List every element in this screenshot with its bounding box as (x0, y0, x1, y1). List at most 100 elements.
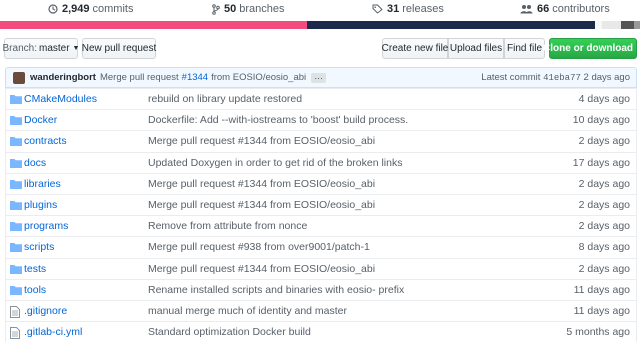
branches-count: 50 (224, 3, 237, 15)
history-icon (48, 4, 58, 14)
releases-link[interactable]: 31 releases (372, 3, 444, 15)
branch-select-button[interactable]: Branch: master ▼ (3, 38, 80, 59)
contributors-count: 66 (537, 3, 550, 15)
branches-label: branches (239, 3, 285, 15)
branch-icon (212, 3, 220, 15)
chevron-down-icon: ▼ (72, 45, 80, 52)
file-name-link[interactable]: tools (24, 284, 46, 296)
commit-age: 2 days ago (578, 198, 630, 211)
new-pull-request-button[interactable]: New pull request (82, 38, 156, 59)
table-row[interactable]: CMakeModules rebuild on library update re… (6, 88, 636, 109)
file-name-link[interactable]: plugins (24, 199, 57, 211)
commit-message-link[interactable]: rebuild on library update restored (148, 93, 302, 105)
folder-icon (10, 136, 22, 147)
upload-files-button[interactable]: Upload files (448, 38, 504, 59)
create-new-file-button[interactable]: Create new file (382, 38, 448, 59)
tag-icon (372, 4, 383, 14)
commit-age: 2 days ago (578, 135, 630, 148)
table-row[interactable]: Docker Dockerfile: Add --with-iostreams t… (6, 109, 636, 130)
branch-select-value: master (38, 43, 70, 54)
file-name-link[interactable]: .gitignore (24, 305, 67, 317)
releases-count: 31 (387, 3, 400, 15)
find-file-label: Find file (506, 43, 542, 54)
file-name-link[interactable]: .gitlab-ci.yml (24, 326, 82, 338)
commit-message-link[interactable]: Merge pull request #1344 from EOSIO/eosi… (148, 263, 375, 275)
table-row[interactable]: programs Remove from attribute from nonce… (6, 215, 636, 236)
commit-message-link[interactable]: Dockerfile: Add --with-iostreams to 'boo… (148, 114, 408, 126)
language-bar[interactable] (0, 21, 640, 29)
contributors-link[interactable]: 66 contributors (520, 3, 610, 15)
table-row[interactable]: scripts Merge pull request #938 from over… (6, 236, 636, 257)
commit-age: 2 days ago (578, 262, 630, 275)
commit-age: 5 months ago (566, 326, 630, 339)
folder-icon (10, 179, 22, 190)
file-name-link[interactable]: tests (24, 263, 46, 275)
folder-icon (10, 115, 22, 126)
contributors-label: contributors (552, 3, 610, 15)
clone-or-download-label: Clone or download (543, 43, 634, 54)
commit-message-link[interactable]: manual merge much of identity and master (148, 305, 347, 317)
commits-label: commits (92, 3, 134, 15)
folder-icon (10, 221, 22, 232)
folder-icon (10, 285, 22, 296)
commit-message-link[interactable]: Merge pull request #1344 from EOSIO/eosi… (148, 135, 375, 147)
expand-commit-message-button[interactable]: … (311, 71, 327, 83)
clone-or-download-button[interactable]: Clone or download ▼ (543, 38, 640, 59)
folder-icon (10, 264, 22, 275)
find-file-button[interactable]: Find file (504, 38, 545, 59)
language-bar-segment[interactable] (601, 21, 621, 29)
commit-sha-link[interactable]: 41eba77 (543, 73, 581, 83)
table-row[interactable]: .gitignore manual merge much of identity … (6, 299, 636, 321)
avatar[interactable] (13, 72, 25, 84)
file-name-link[interactable]: libraries (24, 178, 61, 190)
table-row[interactable]: tests Merge pull request #1344 from EOSIO… (6, 257, 636, 279)
commit-message-link[interactable]: Merge pull request #1344 from EOSIO/eosi… (148, 199, 375, 211)
commit-message-link[interactable]: Remove from attribute from nonce (148, 220, 307, 232)
commit-message-link[interactable]: Merge pull request #938 from over9001/pa… (148, 241, 370, 253)
language-bar-segment[interactable] (0, 21, 308, 29)
language-bar-segment[interactable] (633, 21, 640, 29)
file-icon (10, 327, 22, 340)
commit-message-link[interactable]: Merge pull request #1344 from EOSIO/eosi… (148, 178, 375, 190)
commits-count: 2,949 (62, 3, 90, 15)
commit-message-link[interactable]: Standard optimization Docker build (148, 326, 311, 338)
language-bar-segment[interactable] (307, 21, 596, 29)
folder-icon (10, 242, 22, 253)
commit-age: 4 days ago (578, 93, 630, 105)
commit-age: 10 days ago (572, 114, 630, 127)
commit-age: 17 days ago (572, 156, 630, 169)
commit-pr-link[interactable]: #1344 (182, 72, 208, 83)
file-name-link[interactable]: scripts (24, 241, 54, 253)
table-row[interactable]: contracts Merge pull request #1344 from E… (6, 130, 636, 151)
table-row[interactable]: plugins Merge pull request #1344 from EOS… (6, 193, 636, 215)
commit-author-link[interactable]: wanderingbort (30, 72, 96, 83)
folder-icon (10, 158, 22, 169)
commit-message-suffix[interactable]: from EOSIO/eosio_abi (211, 72, 306, 83)
file-name-link[interactable]: CMakeModules (24, 93, 97, 105)
table-row[interactable]: docs Updated Doxygen in order to get rid … (6, 151, 636, 173)
file-name-link[interactable]: programs (24, 220, 68, 232)
file-name-link[interactable]: docs (24, 157, 46, 169)
commits-link[interactable]: 2,949 commits (48, 3, 133, 15)
file-navigation-toolbar: Branch: master ▼ New pull request Create… (0, 38, 640, 60)
folder-icon (10, 94, 22, 105)
commit-age: 2 days ago (578, 220, 630, 233)
commit-age: 8 days ago (578, 241, 630, 254)
commit-message-link[interactable]: Updated Doxygen in order to get rid of t… (148, 157, 402, 169)
language-bar-segment[interactable] (620, 21, 634, 29)
table-row[interactable]: tools Rename installed scripts and binari… (6, 278, 636, 300)
file-name-link[interactable]: contracts (24, 135, 67, 147)
branches-link[interactable]: 50 branches (212, 3, 285, 15)
people-icon (520, 5, 533, 14)
commit-message-link[interactable]: Rename installed scripts and binaries wi… (148, 284, 404, 296)
create-new-file-label: Create new file (381, 43, 449, 54)
file-list: CMakeModules rebuild on library update re… (5, 88, 637, 343)
table-row[interactable]: libraries Merge pull request #1344 from E… (6, 172, 636, 194)
file-name-link[interactable]: Docker (24, 114, 57, 126)
latest-commit-bar: wanderingbort Merge pull request #1344 f… (5, 67, 637, 88)
releases-label: releases (402, 3, 444, 15)
file-icon (10, 305, 22, 318)
table-row[interactable]: .gitlab-ci.yml Standard optimization Dock… (6, 321, 636, 342)
commit-message-prefix[interactable]: Merge pull request (100, 72, 179, 83)
latest-commit-label: Latest commit (481, 72, 541, 83)
